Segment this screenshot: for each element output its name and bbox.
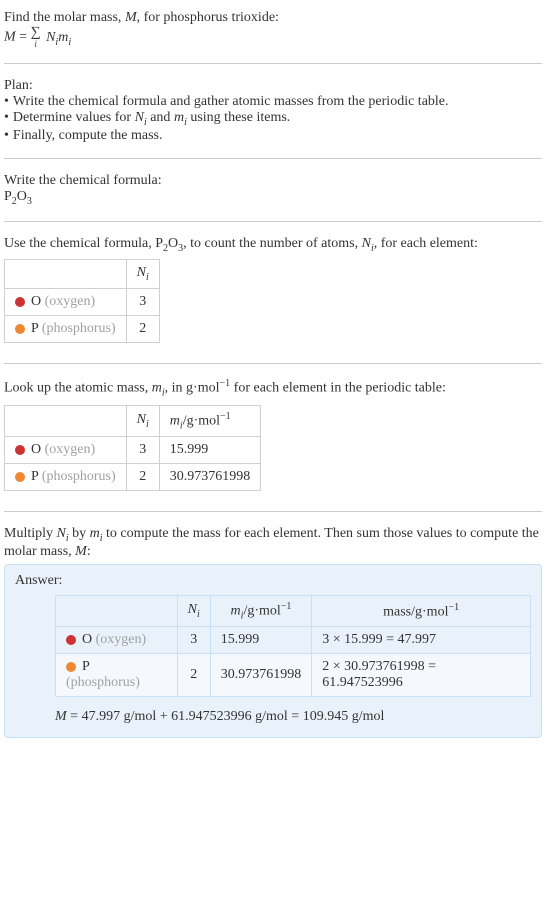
atomic-mass-section: Look up the atomic mass, mi, in g·mol−1 … (4, 372, 542, 503)
intro-section: Find the molar mass, M, for phosphorus t… (4, 4, 542, 55)
ni-value: 3 (126, 289, 159, 316)
plan-text: Finally, compute the mass. (13, 128, 163, 144)
table-row: O (oxygen) 3 (5, 289, 160, 316)
table-header-mass: mass/g·mol−1 (312, 595, 531, 626)
intro-text: Find the molar mass, (4, 10, 125, 25)
divider (4, 158, 542, 159)
plan-item: •Write the chemical formula and gather a… (4, 94, 542, 110)
mass-table: Ni mi/g·mol−1 O (oxygen) 3 15.999 P (pho… (4, 405, 261, 491)
element-cell: P (phosphorus) (5, 464, 127, 491)
count-text: Use the chemical formula, P2O3, to count… (4, 236, 542, 254)
chemical-formula-section: Write the chemical formula: P2O3 (4, 167, 542, 213)
compute-section: Multiply Ni by mi to compute the mass fo… (4, 520, 542, 744)
molar-mass-formula: M = ∑ i Nimi (4, 26, 542, 49)
eq-sign: = (16, 30, 31, 45)
table-header-ni: Ni (126, 260, 159, 289)
var-m: M (125, 10, 137, 25)
table-header-mi: mi/g·mol−1 (159, 405, 261, 436)
compute-text: Multiply Ni by mi to compute the mass fo… (4, 526, 542, 560)
ni-value: 2 (126, 316, 159, 343)
plan-section: Plan: •Write the chemical formula and ga… (4, 72, 542, 150)
answer-table: Ni mi/g·mol−1 mass/g·mol−1 O (oxygen) 3 … (55, 595, 531, 697)
table-header-empty (56, 595, 178, 626)
element-dot-icon (15, 297, 25, 307)
table-row: O (oxygen) 3 15.999 3 × 15.999 = 47.997 (56, 627, 531, 654)
plan-title: Plan: (4, 78, 542, 94)
mi-value: 30.973761998 (159, 464, 261, 491)
table-row: P (phosphorus) 2 30.973761998 2 × 30.973… (56, 654, 531, 697)
element-cell: P (phosphorus) (56, 654, 178, 697)
var-mi-sub: i (68, 37, 71, 48)
divider (4, 221, 542, 222)
table-header-empty (5, 405, 127, 436)
element-dot-icon (66, 635, 76, 645)
bullet-icon: • (4, 110, 9, 128)
divider (4, 63, 542, 64)
mass-text: Look up the atomic mass, mi, in g·mol−1 … (4, 378, 542, 398)
count-table: Ni O (oxygen) 3 P (phosphorus) 2 (4, 259, 160, 343)
var-mi: m (58, 30, 68, 45)
element-cell: O (oxygen) (56, 627, 178, 654)
plan-text: Determine values for Ni and mi using the… (13, 110, 290, 128)
intro-line: Find the molar mass, M, for phosphorus t… (4, 10, 542, 26)
table-header-mi: mi/g·mol−1 (210, 595, 312, 626)
element-dot-icon (15, 472, 25, 482)
chemical-formula: P2O3 (4, 189, 542, 207)
element-dot-icon (66, 662, 76, 672)
sum-index: i (31, 40, 41, 49)
var-ni: N (46, 30, 55, 45)
element-cell: O (oxygen) (5, 437, 127, 464)
element-cell: P (phosphorus) (5, 316, 127, 343)
section-title: Write the chemical formula: (4, 173, 542, 189)
final-result: M = 47.997 g/mol + 61.947523996 g/mol = … (55, 709, 531, 725)
answer-box: Answer: Ni mi/g·mol−1 mass/g·mol−1 O (ox… (4, 564, 542, 738)
mass-value: 3 × 15.999 = 47.997 (312, 627, 531, 654)
plan-item: •Determine values for Ni and mi using th… (4, 110, 542, 128)
element-cell: O (oxygen) (5, 289, 127, 316)
table-header-ni: Ni (126, 405, 159, 436)
table-header-empty (5, 260, 127, 289)
table-row: P (phosphorus) 2 (5, 316, 160, 343)
ni-value: 3 (177, 627, 210, 654)
divider (4, 363, 542, 364)
answer-content: Ni mi/g·mol−1 mass/g·mol−1 O (oxygen) 3 … (55, 595, 531, 725)
mi-value: 15.999 (210, 627, 312, 654)
count-atoms-section: Use the chemical formula, P2O3, to count… (4, 230, 542, 356)
plan-text: Write the chemical formula and gather at… (13, 94, 449, 110)
plan-item: •Finally, compute the mass. (4, 128, 542, 144)
bullet-icon: • (4, 94, 9, 110)
intro-text-b: , for phosphorus trioxide: (137, 10, 279, 25)
mi-value: 30.973761998 (210, 654, 312, 697)
ni-value: 2 (177, 654, 210, 697)
mass-value: 2 × 30.973761998 = 61.947523996 (312, 654, 531, 697)
table-row: O (oxygen) 3 15.999 (5, 437, 261, 464)
table-header-ni: Ni (177, 595, 210, 626)
ni-value: 2 (126, 464, 159, 491)
ni-value: 3 (126, 437, 159, 464)
answer-label: Answer: (15, 573, 531, 589)
element-dot-icon (15, 445, 25, 455)
table-row: P (phosphorus) 2 30.973761998 (5, 464, 261, 491)
bullet-icon: • (4, 128, 9, 144)
divider (4, 511, 542, 512)
var-m: M (4, 30, 16, 45)
element-dot-icon (15, 324, 25, 334)
sum-symbol: ∑ (31, 26, 41, 40)
mi-value: 15.999 (159, 437, 261, 464)
